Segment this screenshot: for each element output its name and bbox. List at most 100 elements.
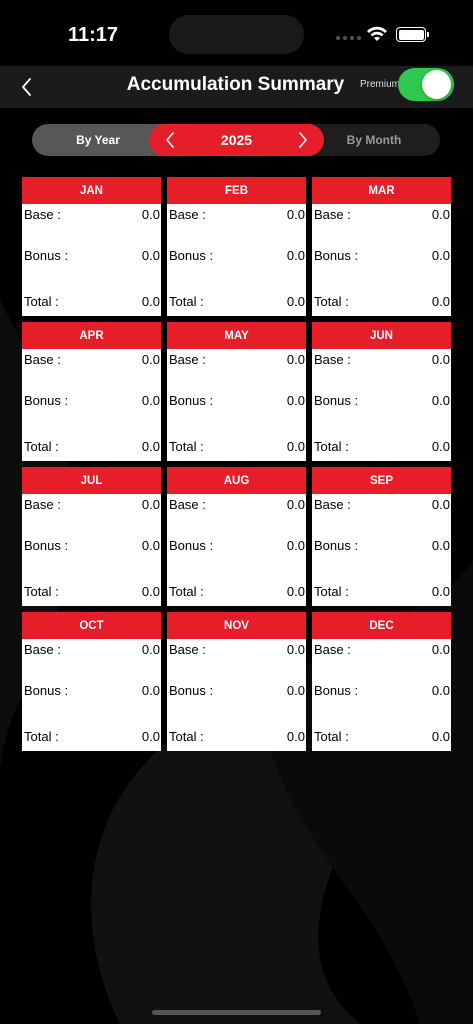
- by-month-tab[interactable]: By Month: [324, 124, 424, 156]
- month-header: SEP: [312, 467, 451, 494]
- total-value: 0.0: [431, 294, 450, 309]
- total-label: Total :: [169, 294, 204, 309]
- base-value: 0.0: [286, 207, 305, 222]
- base-label: Base :: [314, 207, 351, 222]
- total-row: Total : 0.0: [169, 294, 305, 309]
- base-value: 0.0: [141, 207, 160, 222]
- base-row: Base : 0.0: [314, 497, 450, 512]
- total-label: Total :: [314, 439, 349, 454]
- year-selector: 2025: [149, 124, 324, 156]
- total-value: 0.0: [286, 729, 305, 744]
- bonus-row: Bonus : 0.0: [24, 393, 160, 408]
- total-label: Total :: [314, 584, 349, 599]
- base-row: Base : 0.0: [314, 352, 450, 367]
- home-indicator: [152, 1010, 321, 1015]
- bonus-label: Bonus :: [24, 393, 69, 408]
- base-label: Base :: [314, 497, 351, 512]
- base-row: Base : 0.0: [169, 352, 305, 367]
- status-time: 11:17: [68, 24, 119, 46]
- bonus-label: Bonus :: [169, 538, 214, 553]
- month-card-aug[interactable]: AUG Base : 0.0 Bonus : 0.0 Total : 0.0: [167, 467, 306, 606]
- bonus-label: Bonus :: [169, 683, 214, 698]
- total-value: 0.0: [431, 584, 450, 599]
- month-card-mar[interactable]: MAR Base : 0.0 Bonus : 0.0 Total : 0.0: [312, 177, 451, 316]
- base-value: 0.0: [286, 497, 305, 512]
- base-label: Base :: [24, 352, 61, 367]
- month-card-apr[interactable]: APR Base : 0.0 Bonus : 0.0 Total : 0.0: [22, 322, 161, 461]
- previous-year-chevron-icon[interactable]: [163, 131, 177, 149]
- base-value: 0.0: [141, 352, 160, 367]
- base-row: Base : 0.0: [169, 497, 305, 512]
- total-value: 0.0: [141, 729, 160, 744]
- month-header: JUN: [312, 322, 451, 349]
- total-label: Total :: [314, 294, 349, 309]
- base-row: Base : 0.0: [24, 642, 160, 657]
- bonus-value: 0.0: [141, 538, 160, 553]
- bonus-label: Bonus :: [314, 538, 359, 553]
- next-year-chevron-icon[interactable]: [296, 131, 310, 149]
- total-row: Total : 0.0: [314, 294, 450, 309]
- base-label: Base :: [24, 642, 61, 657]
- bonus-value: 0.0: [286, 683, 305, 698]
- base-row: Base : 0.0: [169, 642, 305, 657]
- total-row: Total : 0.0: [24, 584, 160, 599]
- total-row: Total : 0.0: [314, 439, 450, 454]
- month-header: JUL: [22, 467, 161, 494]
- month-card-jul[interactable]: JUL Base : 0.0 Bonus : 0.0 Total : 0.0: [22, 467, 161, 606]
- total-value: 0.0: [431, 729, 450, 744]
- month-header: FEB: [167, 177, 306, 204]
- base-row: Base : 0.0: [169, 207, 305, 222]
- cellular-signal-icon: [336, 36, 361, 40]
- bonus-label: Bonus :: [24, 683, 69, 698]
- bonus-value: 0.0: [431, 393, 450, 408]
- bonus-row: Bonus : 0.0: [169, 393, 305, 408]
- total-label: Total :: [24, 294, 59, 309]
- total-value: 0.0: [141, 584, 160, 599]
- month-header: OCT: [22, 612, 161, 639]
- total-row: Total : 0.0: [314, 584, 450, 599]
- bonus-value: 0.0: [286, 248, 305, 263]
- month-card-oct[interactable]: OCT Base : 0.0 Bonus : 0.0 Total : 0.0: [22, 612, 161, 751]
- bonus-row: Bonus : 0.0: [24, 683, 160, 698]
- premium-toggle[interactable]: [398, 68, 454, 101]
- base-label: Base :: [169, 497, 206, 512]
- total-label: Total :: [24, 584, 59, 599]
- base-value: 0.0: [286, 352, 305, 367]
- month-header: JAN: [22, 177, 161, 204]
- bonus-value: 0.0: [141, 393, 160, 408]
- total-label: Total :: [314, 729, 349, 744]
- bonus-row: Bonus : 0.0: [314, 248, 450, 263]
- month-card-nov[interactable]: NOV Base : 0.0 Bonus : 0.0 Total : 0.0: [167, 612, 306, 751]
- month-card-dec[interactable]: DEC Base : 0.0 Bonus : 0.0 Total : 0.0: [312, 612, 451, 751]
- month-card-may[interactable]: MAY Base : 0.0 Bonus : 0.0 Total : 0.0: [167, 322, 306, 461]
- base-label: Base :: [169, 207, 206, 222]
- total-row: Total : 0.0: [24, 294, 160, 309]
- total-label: Total :: [24, 439, 59, 454]
- month-card-sep[interactable]: SEP Base : 0.0 Bonus : 0.0 Total : 0.0: [312, 467, 451, 606]
- base-value: 0.0: [286, 642, 305, 657]
- month-card-jan[interactable]: JAN Base : 0.0 Bonus : 0.0 Total : 0.0: [22, 177, 161, 316]
- bonus-label: Bonus :: [314, 248, 359, 263]
- base-value: 0.0: [431, 352, 450, 367]
- base-row: Base : 0.0: [24, 352, 160, 367]
- total-value: 0.0: [141, 294, 160, 309]
- month-header: AUG: [167, 467, 306, 494]
- navigation-bar: Accumulation Summary Premium: [0, 66, 473, 108]
- by-year-tab[interactable]: By Year: [32, 124, 164, 156]
- month-header: DEC: [312, 612, 451, 639]
- bonus-label: Bonus :: [24, 248, 69, 263]
- toggle-knob: [422, 70, 451, 99]
- bonus-label: Bonus :: [314, 393, 359, 408]
- total-row: Total : 0.0: [169, 439, 305, 454]
- base-value: 0.0: [141, 497, 160, 512]
- bonus-value: 0.0: [141, 683, 160, 698]
- premium-label: Premium: [360, 79, 401, 90]
- month-card-feb[interactable]: FEB Base : 0.0 Bonus : 0.0 Total : 0.0: [167, 177, 306, 316]
- bonus-label: Bonus :: [24, 538, 69, 553]
- total-value: 0.0: [141, 439, 160, 454]
- bonus-value: 0.0: [431, 248, 450, 263]
- bonus-row: Bonus : 0.0: [24, 538, 160, 553]
- bonus-label: Bonus :: [169, 393, 214, 408]
- total-label: Total :: [169, 729, 204, 744]
- month-card-jun[interactable]: JUN Base : 0.0 Bonus : 0.0 Total : 0.0: [312, 322, 451, 461]
